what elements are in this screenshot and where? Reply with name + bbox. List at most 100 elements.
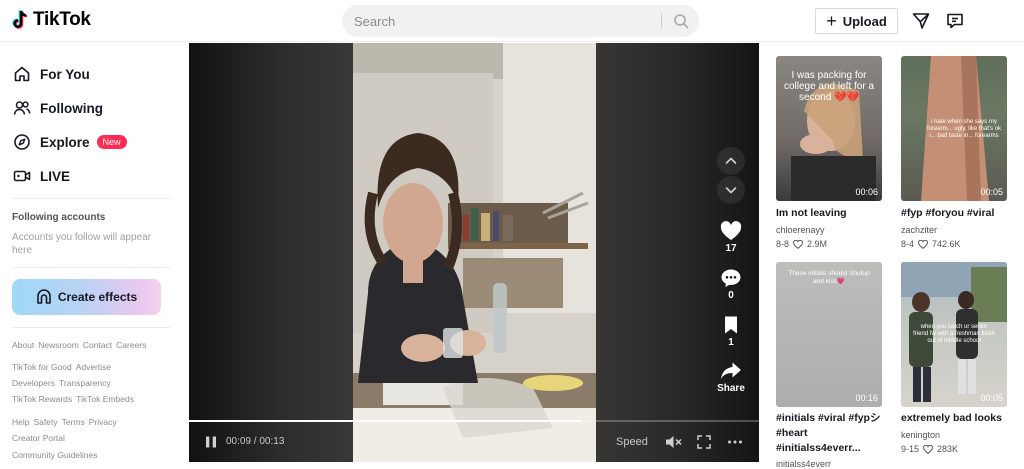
video-date: 9-15 — [901, 444, 920, 454]
progress-bar[interactable] — [189, 420, 759, 422]
footer-link[interactable]: Contact — [83, 340, 112, 350]
heart-outline-icon — [793, 239, 803, 249]
footer-link[interactable]: Creator Portal — [12, 433, 65, 443]
muted-speaker-icon — [666, 436, 682, 448]
footer-link[interactable]: Community Guidelines — [12, 450, 98, 460]
fullscreen-button[interactable] — [697, 435, 711, 449]
footer-links-row: Community Guidelines — [12, 450, 98, 460]
footer-links-row: Developers Transparency — [12, 378, 111, 388]
previous-video-button[interactable] — [717, 147, 745, 175]
thumbnail-caption: when you catch ur senior friend fw with … — [913, 324, 995, 344]
share-icon — [721, 362, 741, 379]
heart-outline-icon — [923, 444, 933, 454]
heart-outline-icon — [918, 239, 928, 249]
like-button[interactable]: 17 — [717, 221, 745, 254]
video-duration: 00:05 — [980, 187, 1003, 197]
sidebar-divider — [12, 327, 170, 328]
video-likes: 2.9M — [807, 239, 828, 249]
thumbnail-caption: These initials should Shutup and kiss💗 — [788, 270, 870, 285]
upload-button[interactable]: + Upload — [815, 8, 898, 34]
footer-link[interactable]: Newsroom — [38, 340, 79, 350]
video-thumbnail[interactable]: These initials should Shutup and kiss💗 0… — [776, 262, 882, 407]
footer-link[interactable]: Careers — [116, 340, 146, 350]
inbox-icon[interactable] — [945, 11, 965, 31]
video-title[interactable]: #fyp #foryou #viral — [901, 206, 1007, 221]
footer-links-row: TikTok for Good Advertise — [12, 362, 111, 372]
video-thumbnail[interactable]: I was packing for college and left for a… — [776, 56, 882, 201]
video-title[interactable]: extremely bad looks — [901, 411, 1007, 426]
footer-link[interactable]: Privacy — [89, 417, 117, 427]
footer-link[interactable]: TikTok for Good — [12, 362, 72, 372]
video-author[interactable]: chloerenayy — [776, 225, 825, 235]
nav-label: For You — [40, 66, 90, 82]
thumbnail-caption: I was packing for college and left for a… — [783, 70, 875, 103]
video-author[interactable]: initialss4everr — [776, 459, 831, 469]
following-accounts-desc: Accounts you follow will appear here — [12, 232, 151, 256]
following-accounts-title: Following accounts — [12, 212, 106, 223]
nav-live[interactable]: LIVE — [12, 164, 70, 188]
create-effects-label: Create effects — [57, 290, 138, 304]
video-player[interactable]: 17 0 1 Share — [189, 43, 759, 462]
footer-link[interactable]: About — [12, 340, 34, 350]
new-badge: New — [96, 135, 127, 149]
progress-fill — [189, 420, 583, 422]
next-video-button[interactable] — [717, 176, 745, 204]
video-likes: 283K — [937, 444, 959, 454]
video-thumbnail[interactable]: when you catch ur senior friend fw with … — [901, 262, 1007, 407]
footer-link[interactable]: Terms — [62, 417, 85, 427]
pause-icon — [206, 436, 216, 448]
nav-following[interactable]: Following — [12, 96, 103, 120]
video-stats: 8-4 742.6K — [901, 239, 961, 249]
video-author[interactable]: zachziter — [901, 225, 937, 235]
nav-for-you[interactable]: For You — [12, 62, 90, 86]
footer-link[interactable]: Developers — [12, 378, 55, 388]
heart-icon — [720, 221, 742, 240]
mute-button[interactable] — [665, 435, 683, 449]
pause-button[interactable] — [204, 435, 218, 449]
home-icon — [12, 64, 32, 84]
send-icon[interactable] — [911, 11, 931, 31]
comment-button[interactable]: 0 — [717, 268, 745, 301]
nav-explore[interactable]: Explore New — [12, 130, 127, 154]
footer-link[interactable]: Safety — [33, 417, 57, 427]
comment-icon — [721, 269, 741, 287]
plus-icon: + — [826, 11, 837, 31]
nav-label: LIVE — [40, 168, 71, 184]
video-thumbnail[interactable]: i hate when she says my forearm... ugly,… — [901, 56, 1007, 201]
video-title[interactable]: Im not leaving — [776, 206, 882, 221]
create-effects-button[interactable]: Create effects — [12, 279, 161, 315]
footer-link[interactable]: Help — [12, 417, 29, 427]
tiktok-note-icon — [12, 9, 28, 29]
more-options-button[interactable] — [727, 435, 743, 449]
comment-count: 0 — [728, 290, 734, 301]
share-button[interactable]: Share — [717, 361, 745, 394]
tiktok-logo[interactable]: TikTok — [12, 9, 91, 31]
time-display: 00:09 / 00:13 — [226, 436, 285, 447]
chevron-up-icon — [725, 157, 737, 164]
live-icon — [12, 166, 32, 186]
video-title[interactable]: #initials #viral #fypシ #heart #initialss… — [776, 411, 884, 456]
logo-text: TikTok — [33, 9, 91, 30]
recommended-panel: I was packing for college and left for a… — [760, 43, 1024, 469]
effects-icon — [37, 289, 51, 304]
thumbnail-caption: i hate when she says my forearm... ugly,… — [926, 119, 1002, 139]
video-author[interactable]: kenington — [901, 430, 940, 440]
footer-link[interactable]: TikTok Embeds — [76, 394, 134, 404]
video-date: 8-8 — [776, 239, 790, 249]
footer-link[interactable]: Advertise — [76, 362, 111, 372]
save-count: 1 — [728, 337, 734, 348]
footer-link[interactable]: TikTok Rewards — [12, 394, 72, 404]
search-divider — [661, 13, 662, 29]
search-button[interactable] — [664, 5, 698, 37]
speed-button[interactable]: Speed — [616, 436, 648, 448]
save-button[interactable]: 1 — [717, 315, 745, 348]
video-likes: 742.6K — [932, 239, 961, 249]
video-frame[interactable] — [353, 43, 596, 462]
sidebar-divider — [12, 267, 170, 268]
nav-label: Following — [40, 100, 103, 116]
video-duration: 00:06 — [855, 187, 878, 197]
upload-label: Upload — [842, 13, 887, 29]
search-input[interactable] — [342, 5, 660, 37]
chevron-down-icon — [725, 187, 737, 194]
footer-link[interactable]: Transparency — [59, 378, 111, 388]
